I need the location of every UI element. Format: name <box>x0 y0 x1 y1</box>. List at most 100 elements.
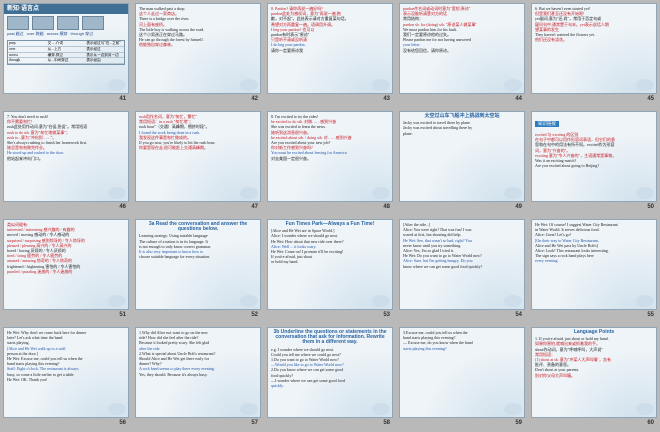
decoration-shape <box>108 403 126 415</box>
knowledge-tag: 知识链接 <box>535 121 559 127</box>
table-cell: 表示经由 <box>86 58 101 63</box>
slide-content: 3a Read the conversation and answer the … <box>135 219 261 310</box>
table-cell: 交→,介词 <box>47 41 63 45</box>
text-line: 他站起来冲向门口。 <box>7 155 43 161</box>
text-line: 请你一定要原谅我 <box>271 47 303 53</box>
slide-grid: 新知·语言点 past 越过 over 跨越 across 横穿 through 穿过 p… <box>3 3 657 429</box>
slide-thumbnail[interactable]: 太空过山车飞船冲上挑战到太空站 Jacky was excited to trav… <box>399 111 525 213</box>
slide-thumbnail[interactable]: He Wei: Why don't we come back here for … <box>3 327 129 429</box>
slide-body: [After the ride...] Alice: You were right… <box>400 220 524 271</box>
slide-number: 60 <box>647 420 654 426</box>
slide-body: The man walked past a shop. 这个人走过一家商店。 The… <box>136 4 260 50</box>
text-line: 对去美国一定很兴奋。 <box>271 155 311 161</box>
table-cell: over <box>9 46 16 51</box>
decoration-shape <box>636 403 654 415</box>
table-cell: prep. <box>9 41 17 45</box>
slide-number: 42 <box>251 96 258 102</box>
table-cell: 横穿,穿过 <box>47 52 63 57</box>
slide-thumbnail[interactable]: 3.Excuse me, could you tell us when the b… <box>399 327 525 429</box>
text-line: 他能独自穿过森林。 <box>139 42 175 48</box>
decoration-shape <box>372 79 390 91</box>
slide-number: 50 <box>647 204 654 210</box>
slide-content: 7. You don't need to rush! 你不需要匆忙! rush此处用… <box>3 111 129 202</box>
slide-number: 49 <box>515 204 522 210</box>
text-line: Are you excited about going to Beijing? <box>535 163 600 169</box>
slide-body: 8. I'm excited to try the rides! be excit… <box>268 112 392 163</box>
decoration-shape <box>636 187 654 199</box>
slide-thumbnail[interactable]: rush用作名词，意为"匆忙，繁忙" 常用短语：in a rush "匆忙地"； r… <box>135 111 261 213</box>
slide-number: 53 <box>383 312 390 318</box>
slide-content: Fun Times Park—Always a Fun Time! [Alice … <box>267 219 393 310</box>
decoration-shape <box>240 295 258 307</box>
decoration-shape <box>504 79 522 91</box>
text-line: or hold my hand. <box>271 259 299 265</box>
slide-thumbnail[interactable]: 知识链接 excited 与 exciting 的区别 在句子中都可以用作形容词表语… <box>531 111 657 213</box>
text-line: Yes, they should. Because it's always bu… <box>139 371 208 377</box>
slide-body: 类似词缀有: interested / interesting 感兴趣的 / 有趣… <box>4 220 128 276</box>
slide-content: 3b Underline the questions or statements… <box>267 327 393 418</box>
text-line: plane. <box>403 130 413 136</box>
slide-thumbnail[interactable]: He Wei: Of course! I suggest Water City … <box>531 219 657 321</box>
slide-thumbnail[interactable]: 8. I'm excited to try the rides! be excit… <box>267 111 393 213</box>
slide-body: excited 与 exciting 的区别 在句子中都可以用作形容词表语，但它们… <box>532 130 656 170</box>
slide-body: He Wei: Why don't we come back here for … <box>4 328 128 384</box>
text-line: 别对你父母大声叫嚷。 <box>535 372 575 378</box>
vocab-label: across 横穿 <box>46 31 68 36</box>
slide-content: He Wei: Why don't we come back here for … <box>3 327 129 418</box>
slide-thumbnail[interactable]: The man walked past a shop. 这个人走过一家商店。 The… <box>135 3 261 105</box>
slide-thumbnail[interactable]: pardon作名词或动词时意为"宽恕,原谅" 表示没能听清楚对方的话 常用结构： pa… <box>399 3 525 105</box>
vocab-picture <box>82 16 104 30</box>
vocab-picture <box>7 16 29 30</box>
slide-title: 3b Underline the questions or statements… <box>273 329 387 346</box>
decoration-shape <box>108 79 126 91</box>
slide-thumbnail[interactable]: 3b Underline the questions or statements… <box>267 327 393 429</box>
slide-number: 52 <box>251 312 258 318</box>
slide-number: 41 <box>119 96 126 102</box>
slide-thumbnail[interactable]: 1.Why did Alice not want to go on the ne… <box>135 327 261 429</box>
text-line: quickly. <box>271 383 284 389</box>
slide-body: 6. But we haven't even started yet! 但是我们甚… <box>532 4 656 44</box>
slide-thumbnail[interactable]: 类似词缀有: interested / interesting 感兴趣的 / 有趣… <box>3 219 129 321</box>
decoration-shape <box>372 295 390 307</box>
slide-content: 1.Why did Alice not want to go on the ne… <box>135 327 261 418</box>
slide-content: 知识链接 excited 与 exciting 的区别 在句子中都可以用作形容词表语… <box>531 111 657 202</box>
slide-thumbnail[interactable]: 7. You don't need to rush! 你不需要匆忙! rush此处用… <box>3 111 129 213</box>
slide-number: 59 <box>515 420 522 426</box>
slide-thumbnail[interactable]: Fun Times Park—Always a Fun Time! [Alice … <box>267 219 393 321</box>
slide-body: 7. You don't need to rush! 你不需要匆忙! rush此处用… <box>4 112 128 163</box>
slide-content: pardon作名词或动词时意为"宽恕,原谅" 表示没能听清楚对方的话 常用结构： pa… <box>399 3 525 94</box>
text-line: choose suitable language for every situa… <box>139 254 211 260</box>
text-line: 没有给您回信，请你原谅。 <box>403 47 451 53</box>
text-line: know where we can get some good food qui… <box>403 263 483 269</box>
decoration-shape <box>108 295 126 307</box>
decoration-shape <box>636 295 654 307</box>
slide-thumbnail[interactable]: [After the ride...] Alice: You were right… <box>399 219 525 321</box>
slide-number: 43 <box>383 96 390 102</box>
slide-thumbnail[interactable]: Language Points 1. If you're afraid, just… <box>531 327 657 429</box>
slide-body: 3a Read the conversation and answer the … <box>136 220 260 261</box>
slide-body: 3b Underline the questions or statements… <box>268 328 392 390</box>
slide-content: The man walked past a shop. 这个人走过一家商店。 The… <box>135 3 261 94</box>
decoration-shape <box>372 403 390 415</box>
slide-thumbnail[interactable]: 8. Pardon? 请你再说一遍好吗? pardon此处为感叹词，意为"再说一遍… <box>267 3 393 105</box>
vocab-picture <box>57 16 79 30</box>
decoration-shape <box>108 187 126 199</box>
slide-number: 58 <box>383 420 390 426</box>
slide-body: 太空过山车飞船冲上挑战到太空站 Jacky was excited to trav… <box>400 112 524 138</box>
slide-thumbnail[interactable]: 新知·语言点 past 越过 over 跨越 across 横穿 through 穿过 p… <box>3 3 129 105</box>
slide-thumbnail[interactable]: 6. But we haven't even started yet! 但是我们甚… <box>531 3 657 105</box>
slide-number: 51 <box>119 312 126 318</box>
decoration-shape <box>636 79 654 91</box>
slide-title: Language Points <box>573 329 615 335</box>
text-line: He Wei: OK. Thank you! <box>7 376 48 382</box>
text-line: starts playing this evening? <box>403 345 447 351</box>
decoration-shape <box>504 403 522 415</box>
slide-body: 8. Pardon? 请你再说一遍好吗? pardon此处为感叹词，意为"再说一遍… <box>268 4 392 55</box>
table-cell: 从...上方 <box>47 46 62 51</box>
slide-thumbnail[interactable]: 3a Read the conversation and answer the … <box>135 219 261 321</box>
slide-content: 太空过山车飞船冲上挑战到太空站 Jacky was excited to trav… <box>399 111 525 202</box>
slide-content: 8. Pardon? 请你再说一遍好吗? pardon此处为感叹词，意为"再说一遍… <box>267 3 393 94</box>
vocab-label: over 跨越 <box>26 31 44 36</box>
slide-content: 3.Excuse me, could you tell us when the b… <box>399 327 525 418</box>
decoration-shape <box>240 403 258 415</box>
